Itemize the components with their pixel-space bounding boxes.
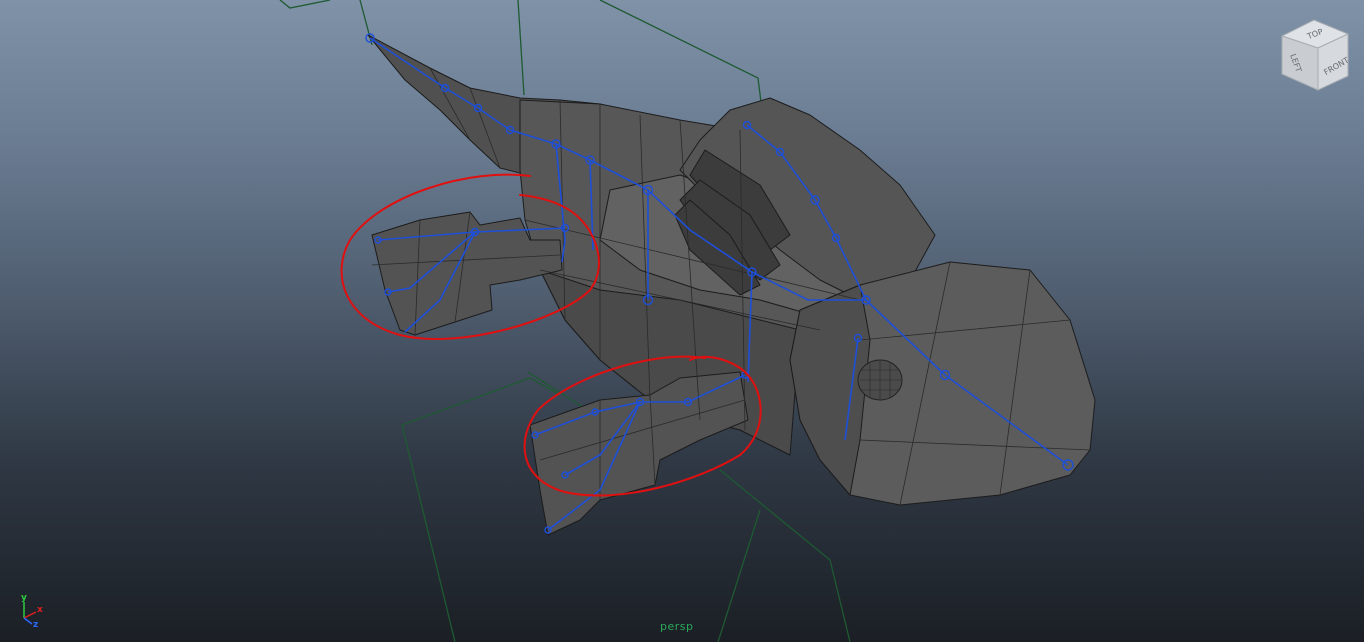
- axis-gizmo: y x z: [21, 593, 43, 628]
- camera-name-label: persp: [660, 620, 694, 633]
- axis-x-label: x: [37, 605, 43, 615]
- perspective-viewport[interactable]: TOP LEFT FRONT y x z persp: [0, 0, 1364, 642]
- axis-z-label: z: [33, 620, 38, 628]
- scene-canvas[interactable]: [0, 0, 1364, 642]
- axis-y-label: y: [21, 593, 27, 603]
- view-cube[interactable]: TOP LEFT FRONT: [1274, 16, 1354, 96]
